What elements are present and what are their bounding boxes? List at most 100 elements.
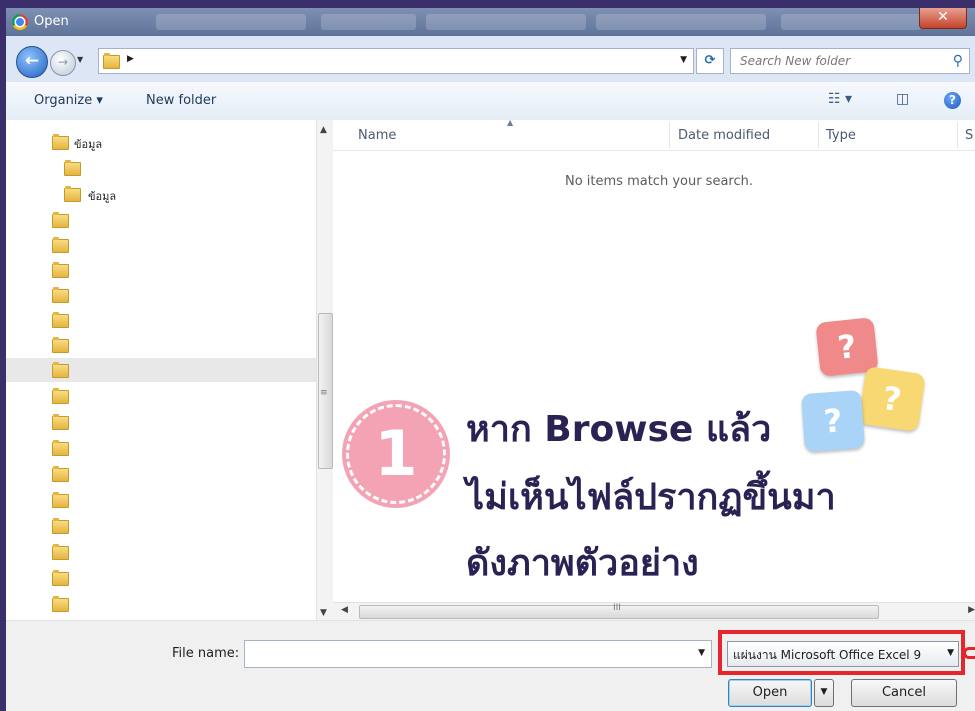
folder-icon: [52, 544, 69, 560]
breadcrumb-arrow-icon[interactable]: ▶: [127, 54, 134, 64]
sort-ascending-icon: ▲: [507, 118, 514, 127]
chevron-down-icon: ▼: [820, 687, 828, 697]
column-separator[interactable]: [669, 122, 670, 148]
folder-icon: [52, 466, 69, 482]
close-button[interactable]: ✕: [919, 8, 967, 29]
address-dropdown-icon[interactable]: ▼: [680, 55, 687, 65]
forward-button[interactable]: →: [50, 50, 76, 76]
cancel-button[interactable]: Cancel: [851, 679, 957, 707]
annotation-line-2: ไม่เห็นไฟล์ปรากฏขึ้นมา: [466, 477, 836, 518]
scroll-down-icon[interactable]: ▼: [320, 608, 327, 618]
close-icon: ✕: [937, 9, 949, 25]
open-button[interactable]: Open: [728, 679, 812, 707]
search-placeholder: Search New folder: [740, 54, 851, 68]
nav-tree-item[interactable]: [6, 462, 316, 486]
refresh-icon: ⟳: [704, 53, 716, 68]
folder-icon: [52, 518, 69, 534]
address-bar[interactable]: ▶ ▼: [98, 48, 694, 74]
nav-tree-item[interactable]: [6, 410, 316, 434]
empty-results-message: No items match your search.: [564, 174, 753, 189]
arrow-left-icon: ←: [24, 51, 40, 71]
chrome-icon: [12, 14, 28, 30]
navigation-pane[interactable]: ข้อมูล ข้อมูล ▲ ≡ ▼: [6, 120, 333, 620]
nav-tree-item-label: ข้อมูล: [74, 138, 103, 151]
view-options-icon[interactable]: ☷ ▾: [828, 91, 852, 107]
folder-icon: [52, 287, 69, 303]
search-icon[interactable]: ⚲: [953, 53, 963, 69]
column-size[interactable]: S: [965, 128, 973, 143]
folder-icon: [52, 362, 69, 378]
nav-tree-item[interactable]: [6, 514, 316, 538]
organize-menu[interactable]: Organize ▾: [34, 93, 103, 108]
annotation-line-1: หาก Browse แล้ว: [466, 409, 772, 450]
nav-tree-item[interactable]: [6, 258, 316, 282]
preview-pane-icon[interactable]: ◫: [896, 91, 909, 107]
nav-tree-item[interactable]: [6, 384, 316, 408]
nav-tree-item[interactable]: [6, 436, 316, 460]
folder-icon: [52, 312, 69, 328]
scroll-up-icon[interactable]: ▲: [320, 125, 327, 135]
search-input[interactable]: Search New folder ⚲: [730, 48, 970, 74]
column-separator[interactable]: [957, 122, 958, 148]
column-name[interactable]: Name: [358, 128, 396, 143]
file-name-dropdown-icon[interactable]: ▼: [698, 648, 705, 658]
nav-tree-item[interactable]: ข้อมูล: [6, 182, 316, 206]
nav-tree-item[interactable]: [6, 283, 316, 307]
question-bubble-icon: ?: [801, 389, 865, 453]
column-separator[interactable]: [818, 122, 819, 148]
title-bar: Open ✕: [6, 8, 975, 36]
blurred-taskbar-item: [426, 14, 586, 30]
list-horizontal-scrollbar[interactable]: ◀ III ▶: [333, 602, 975, 620]
folder-icon: [52, 492, 69, 508]
help-icon[interactable]: ?: [944, 92, 961, 109]
question-bubble-icon: ?: [858, 366, 926, 432]
blurred-taskbar-item: [156, 14, 306, 30]
nav-tree-item[interactable]: [6, 592, 316, 616]
new-folder-button[interactable]: New folder: [146, 93, 216, 108]
folder-icon: [52, 440, 69, 456]
column-date-modified[interactable]: Date modified: [678, 128, 770, 143]
file-name-label: File name:: [172, 646, 240, 661]
nav-tree-item[interactable]: [6, 333, 316, 357]
nav-tree-item-selected[interactable]: [6, 358, 316, 382]
back-button[interactable]: ←: [16, 46, 48, 78]
nav-tree-item-label: ข้อมูล: [88, 190, 117, 203]
highlight-arrow-icon: [963, 647, 975, 659]
scroll-grip-icon: ≡: [320, 388, 328, 398]
folder-icon: [64, 160, 81, 176]
scroll-left-icon[interactable]: ◀: [341, 605, 348, 615]
column-type[interactable]: Type: [826, 128, 856, 143]
nav-tree-item[interactable]: [6, 308, 316, 332]
nav-tree-item[interactable]: [6, 156, 316, 180]
blurred-taskbar-item: [596, 14, 766, 30]
folder-icon: [52, 596, 69, 612]
screen-top-frame: [0, 0, 975, 8]
nav-tree-item[interactable]: [6, 233, 316, 257]
nav-vertical-scrollbar[interactable]: ▲ ≡ ▼: [316, 120, 333, 620]
scroll-grip-icon: III: [613, 603, 621, 613]
folder-icon: [64, 186, 81, 202]
highlight-box: [718, 630, 965, 675]
nav-tree-item[interactable]: [6, 566, 316, 590]
step-number: 1: [374, 417, 418, 490]
arrow-right-icon: →: [57, 55, 69, 69]
nav-tree-item[interactable]: [6, 208, 316, 232]
nav-tree-item[interactable]: [6, 488, 316, 512]
nav-tree-item[interactable]: ข้อมูล: [6, 130, 316, 154]
folder-icon: [52, 212, 69, 228]
dialog-footer: File name: ▼ แผ่นงาน Microsoft Office Ex…: [6, 620, 975, 711]
folder-icon: [52, 237, 69, 253]
scroll-right-icon[interactable]: ▶: [968, 605, 975, 615]
folder-icon: [52, 134, 69, 150]
nav-tree-item[interactable]: [6, 540, 316, 564]
blurred-taskbar-item: [321, 14, 416, 30]
file-name-input[interactable]: ▼: [244, 640, 712, 668]
open-options-dropdown[interactable]: ▼: [814, 679, 834, 707]
annotation-line-3: ดังภาพตัวอย่าง: [466, 543, 699, 584]
folder-icon: [52, 414, 69, 430]
column-header-row: ▲ Name Date modified Type S: [333, 118, 975, 151]
folder-icon: [103, 53, 120, 69]
refresh-button[interactable]: ⟳: [696, 48, 724, 74]
recent-locations-dropdown[interactable]: ▼: [77, 55, 83, 64]
folder-icon: [52, 388, 69, 404]
